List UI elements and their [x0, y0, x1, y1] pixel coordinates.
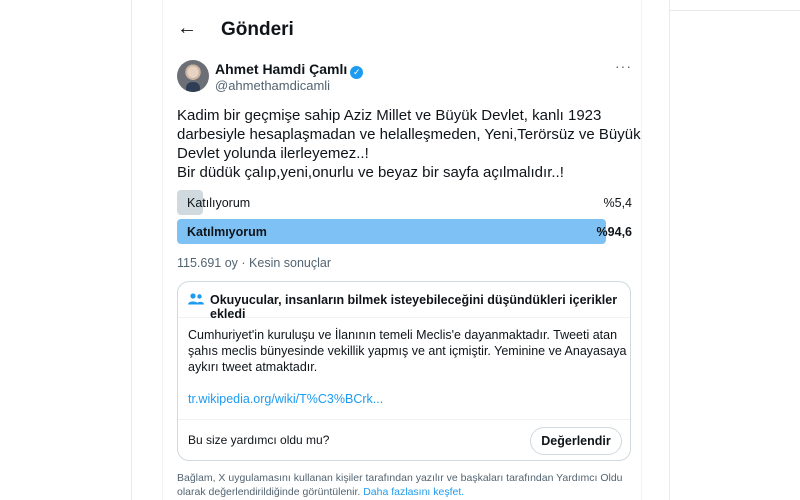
back-arrow-icon[interactable]: ← — [177, 18, 197, 38]
verified-badge-icon[interactable]: ✓ — [350, 66, 364, 79]
footer-text: olarak değerlendirildiğinde görüntülenir… — [177, 486, 361, 498]
poll-option: Katılmıyorum %94,6 — [177, 219, 632, 244]
poll-option-percent: %94,6 — [596, 225, 632, 239]
community-note-header: Okuyucular, insanların bilmek isteyebile… — [178, 282, 630, 321]
note-line: aykırı tweet atmaktadır. — [188, 360, 318, 374]
people-icon — [188, 293, 204, 305]
tweet-line: Devlet yolunda ilerleyemez..! — [177, 145, 369, 162]
helpful-question: Bu size yardımcı oldu mu? — [188, 433, 330, 447]
tweet-line: Kadim bir geçmişe sahip Aziz Millet ve B… — [177, 107, 602, 124]
note-line: Cumhuriyet'in kuruluşu ve İlanının temel… — [188, 328, 618, 342]
author-name-text[interactable]: Ahmet Hamdi Çamlı — [215, 61, 347, 77]
tweet-line: darbesiyle hesaplaşmadan ve helalleşmede… — [177, 126, 641, 143]
avatar[interactable] — [177, 60, 209, 92]
poll-option-percent: %5,4 — [603, 196, 633, 210]
more-options-icon[interactable]: ··· — [615, 58, 632, 74]
page-header: ← Gönderi — [163, 10, 641, 50]
community-note-link[interactable]: tr.wikipedia.org/wiki/T%C3%BCrk... — [188, 392, 383, 406]
tweet-text: Kadim bir geçmişe sahip Aziz Millet ve B… — [177, 106, 641, 182]
community-note-footer: Bağlam, X uygulamasını kullanan kişiler … — [177, 471, 623, 499]
right-divider — [669, 0, 670, 500]
poll-option: Katılıyorum %5,4 — [177, 190, 632, 215]
note-line: şahıs meclis bünyesinde vekillik yapmış … — [188, 344, 627, 358]
tweet-line: Bir düdük çalıp,yeni,onurlu ve beyaz bir… — [177, 164, 564, 181]
poll-option-label: Katılmıyorum — [187, 225, 267, 239]
divider — [178, 419, 630, 420]
community-note-title: Okuyucular, insanların bilmek isteyebile… — [210, 293, 618, 321]
author-name[interactable]: Ahmet Hamdi Çamlı ✓ — [215, 61, 364, 79]
learn-more-link[interactable]: Daha fazlasını keşfet. — [363, 486, 464, 498]
poll-meta: 115.691 oy · Kesin sonuçlar — [177, 256, 332, 270]
footer-line: Bağlam, X uygulamasını kullanan kişiler … — [177, 472, 623, 484]
community-note-body: Cumhuriyet'in kuruluşu ve İlanının temel… — [188, 327, 627, 375]
post-column: ← Gönderi Ahmet Hamdi Çamlı ✓ @ahmethamdi… — [162, 0, 642, 500]
right-panel-edge — [669, 0, 800, 11]
left-divider — [131, 0, 132, 500]
author-handle[interactable]: @ahmethamdicamli — [215, 78, 330, 93]
poll-option-label: Katılıyorum — [187, 196, 251, 210]
page-title: Gönderi — [221, 19, 294, 40]
footer-line-2: olarak değerlendirildiğinde görüntülenir… — [177, 485, 623, 499]
rate-button[interactable]: Değerlendir — [530, 427, 622, 455]
community-note: Okuyucular, insanların bilmek isteyebile… — [177, 281, 631, 461]
